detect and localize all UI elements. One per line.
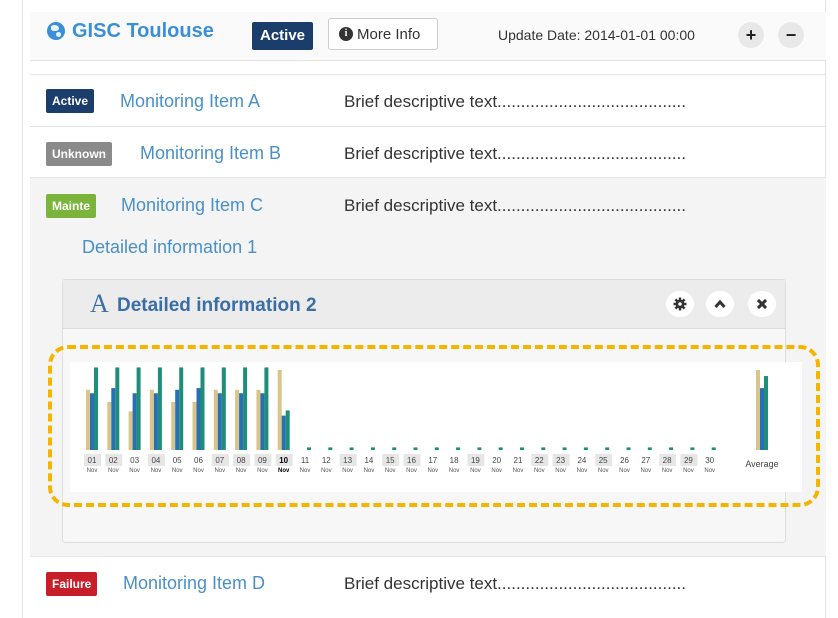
divider	[30, 74, 826, 75]
page-title: GISC Toulouse	[72, 20, 214, 42]
monitoring-item-link[interactable]: Monitoring Item C	[121, 195, 263, 216]
status-badge: Active	[252, 22, 314, 50]
globe-icon	[47, 22, 65, 40]
item-description: Brief descriptive text..................…	[344, 92, 686, 111]
status-badge: Active	[46, 89, 95, 113]
status-badge: Failure	[46, 572, 98, 596]
monitoring-item-link[interactable]: Monitoring Item A	[120, 91, 260, 112]
info-icon: i	[339, 27, 353, 41]
close-icon[interactable]	[748, 291, 776, 317]
expand-all-button[interactable]: +	[738, 22, 764, 48]
update-date: Update Date: 2014-01-01 00:00	[498, 27, 695, 43]
more-info-button[interactable]: i More Info	[328, 18, 438, 50]
item-description: Brief descriptive text..................…	[344, 574, 686, 593]
more-info-label: More Info	[357, 26, 421, 43]
monitoring-item-link[interactable]: Monitoring Item B	[140, 143, 281, 164]
status-badge: Unknown	[46, 142, 112, 166]
collapse-all-button[interactable]: −	[778, 22, 804, 48]
monitoring-item-link[interactable]: Monitoring Item D	[123, 573, 265, 594]
status-badge: Mainte	[46, 194, 97, 218]
widget-title: Detailed information 2	[117, 295, 317, 316]
chevron-up-icon[interactable]	[706, 291, 734, 317]
item-description: Brief descriptive text..................…	[344, 196, 686, 215]
divider	[30, 126, 826, 127]
widget-header: A Detailed information 2	[63, 280, 785, 329]
gear-icon[interactable]	[666, 291, 694, 317]
item-description: Brief descriptive text..................…	[344, 144, 686, 163]
divider	[30, 556, 826, 557]
font-icon: A	[90, 289, 109, 318]
highlight-frame	[48, 345, 820, 507]
detail-link[interactable]: Detailed information 1	[82, 237, 257, 258]
